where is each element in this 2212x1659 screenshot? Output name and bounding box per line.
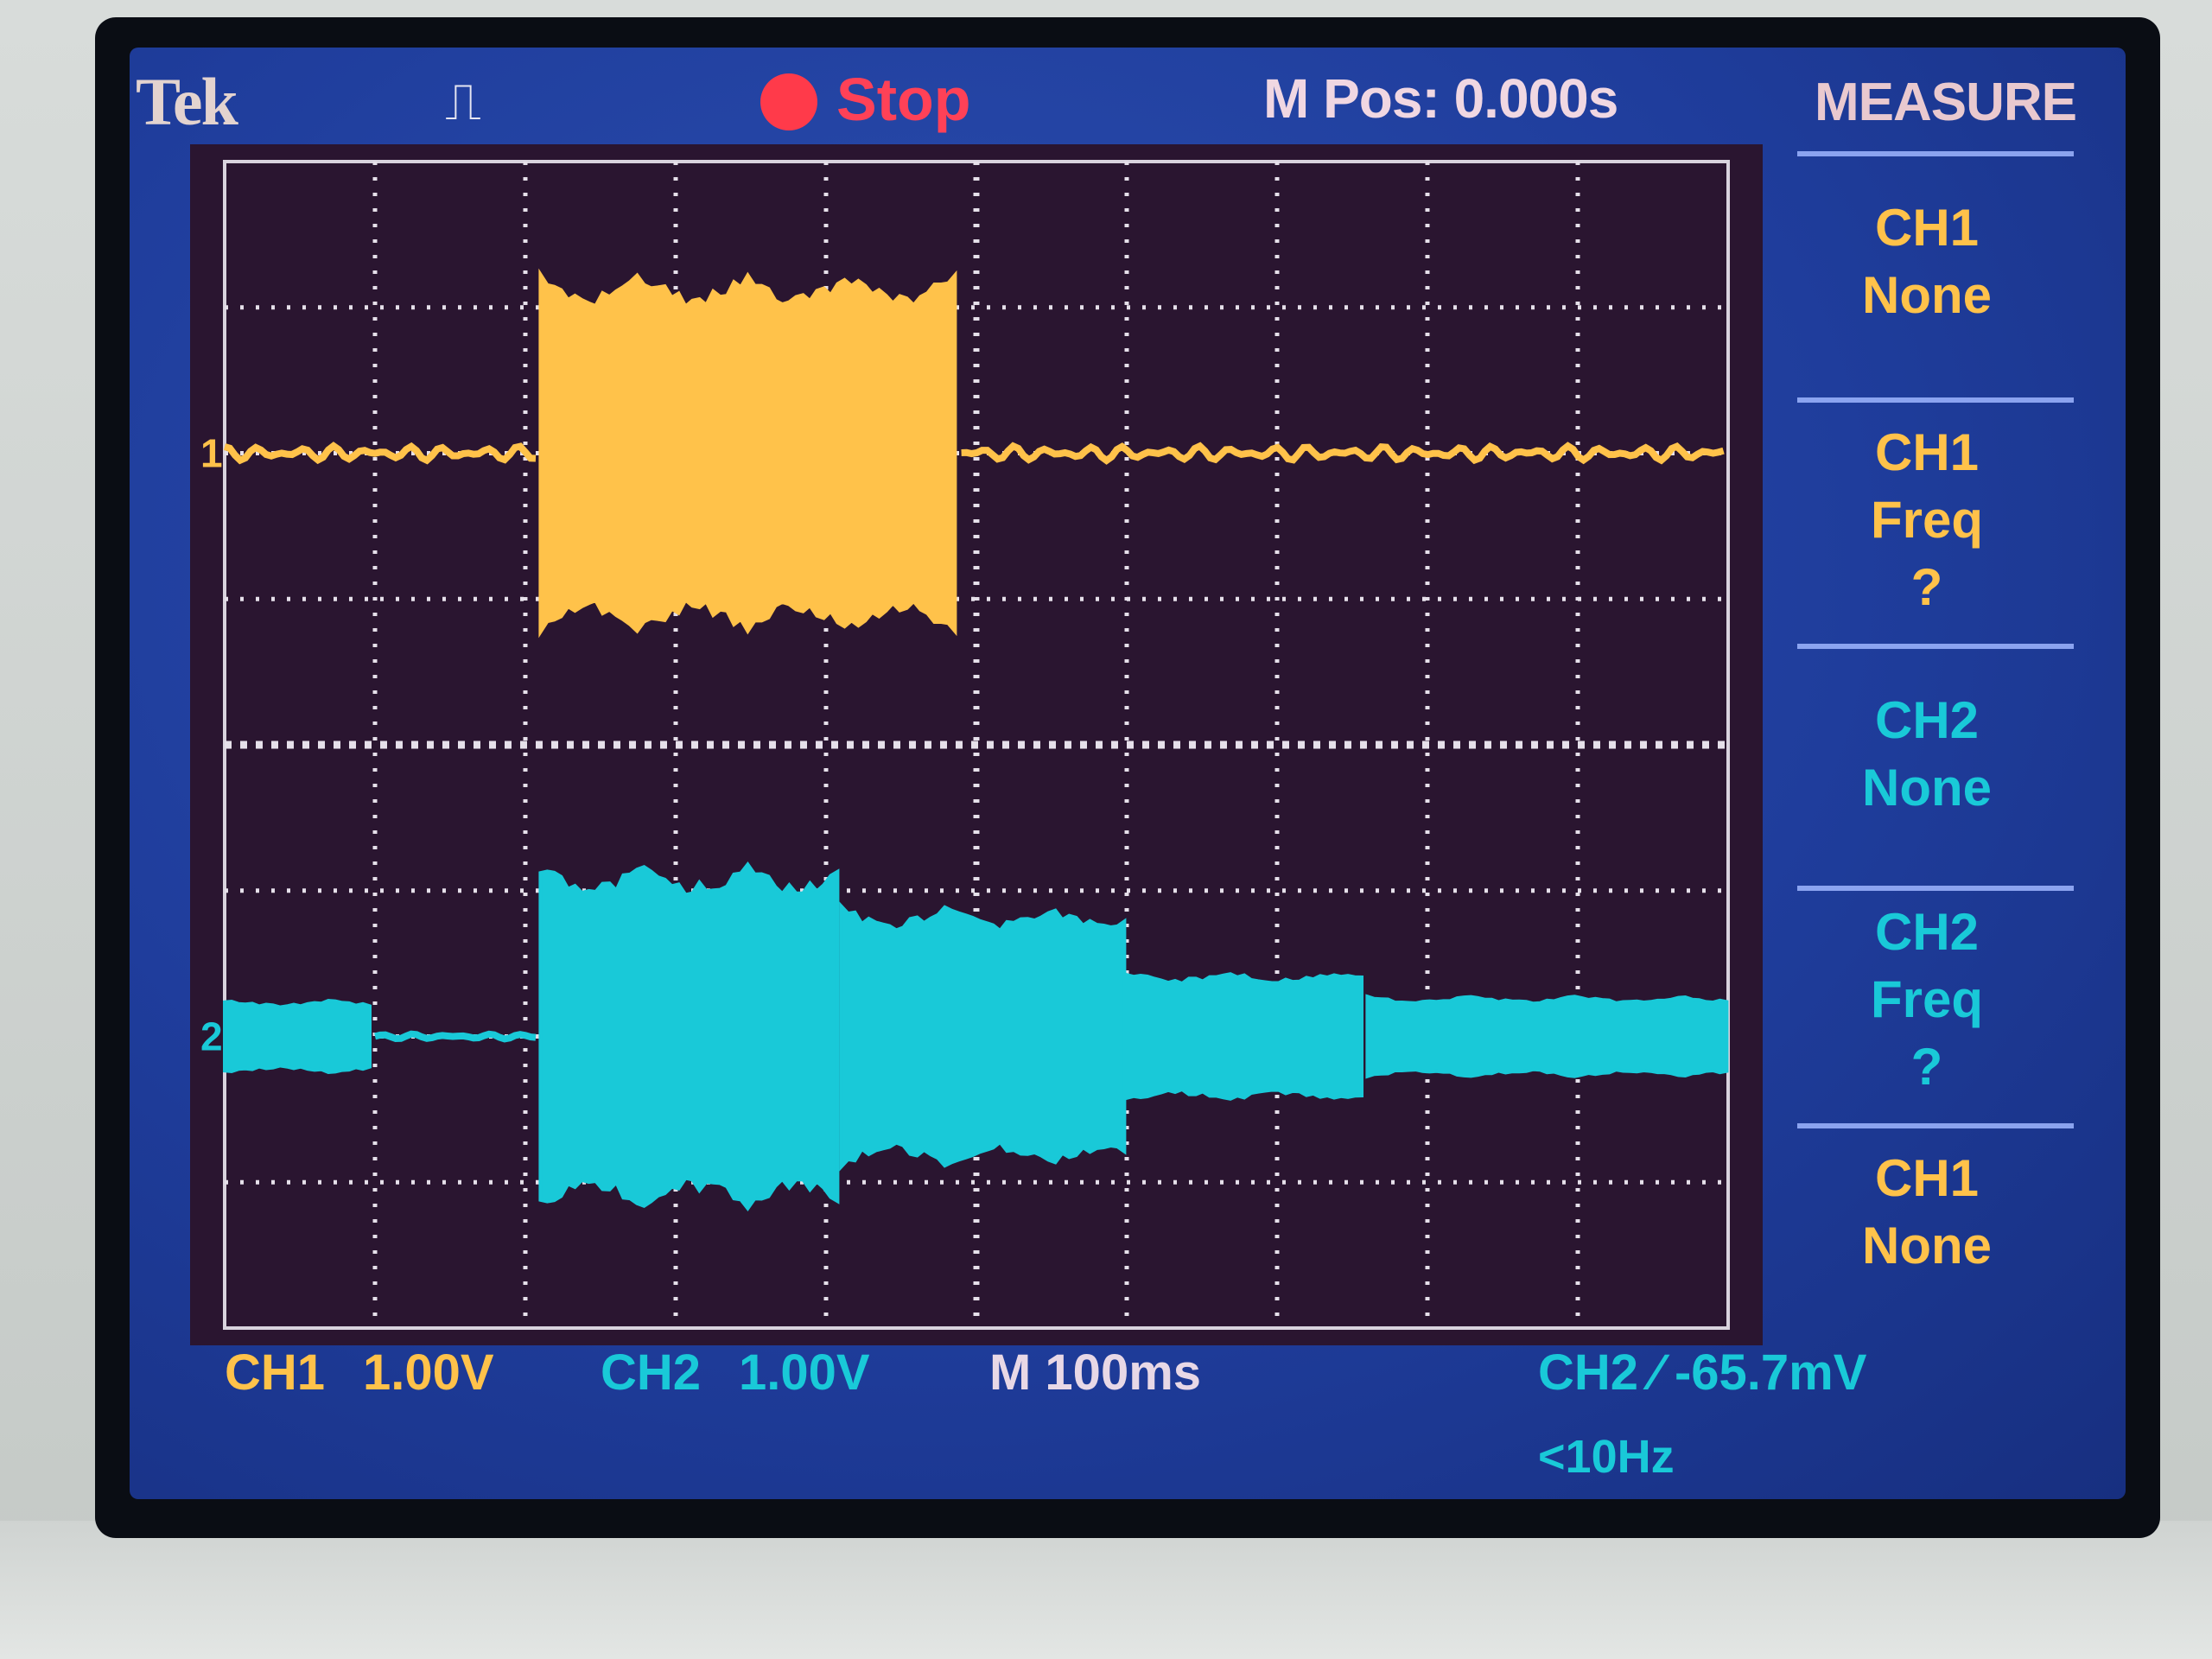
horizontal-position-readout: M Pos: 0.000s <box>1263 67 1618 130</box>
trigger-frequency-readout: <10Hz <box>1538 1430 1675 1484</box>
measure-menu: MEASURE CH1 None CH1 Freq ? CH2 None CH2… <box>1771 48 2126 1499</box>
menu-item-type: None <box>1789 1212 2065 1280</box>
menu-item-ch2-freq[interactable]: CH2 Freq ? <box>1789 899 2065 1101</box>
ch1-ground-marker: 1 <box>200 431 223 476</box>
menu-item-value: ? <box>1789 1033 2065 1101</box>
ch2-ground-marker: 2 <box>200 1014 223 1059</box>
ch2-burst-segment <box>1367 996 1726 1077</box>
ch2-burst-segment <box>225 1001 370 1072</box>
ch2-burst-segment <box>841 906 1124 1167</box>
menu-item-ch2-none[interactable]: CH2 None <box>1789 687 2065 822</box>
ch1-label: CH1 <box>225 1344 325 1402</box>
timebase-readout: M 100ms <box>989 1344 1201 1402</box>
ch2-burst-segment <box>540 864 837 1208</box>
ch1-scale: 1.00V <box>363 1344 494 1402</box>
instrument-lower-panel <box>0 1521 2212 1659</box>
menu-item-source: CH1 <box>1789 194 2065 262</box>
menu-item-type: None <box>1789 754 2065 822</box>
menu-item-source: CH2 <box>1789 687 2065 754</box>
trigger-readout: CH2 ⁄ -65.7mV <box>1538 1344 1866 1402</box>
menu-title: MEASURE <box>1815 72 2076 133</box>
trigger-type-icon: ⎍ <box>445 72 481 132</box>
ch2-burst-segment <box>1127 974 1362 1099</box>
menu-divider <box>1797 644 2074 649</box>
menu-item-ch1-freq[interactable]: CH1 Freq ? <box>1789 419 2065 621</box>
stop-indicator-icon <box>760 73 817 130</box>
ch1-burst-segment <box>540 274 955 632</box>
run-state-label: Stop <box>836 65 971 134</box>
menu-divider <box>1797 397 2074 403</box>
menu-item-source: CH1 <box>1789 1145 2065 1212</box>
menu-divider <box>1797 886 2074 891</box>
menu-item-type: None <box>1789 262 2065 329</box>
ch2-label: CH2 <box>601 1344 701 1402</box>
brand-logo: Tek <box>136 63 237 141</box>
menu-item-value: ? <box>1789 554 2065 621</box>
menu-divider <box>1797 1123 2074 1128</box>
menu-divider <box>1797 151 2074 156</box>
waveform-display: 1 2 <box>190 144 1763 1345</box>
oscilloscope-screen: Tek ⎍ Stop M Pos: 0.000s ✚ 1 2 MEASURE C… <box>130 48 2126 1499</box>
ch2-scale: 1.00V <box>739 1344 870 1402</box>
menu-item-source: CH2 <box>1789 899 2065 966</box>
menu-item-ch1-none[interactable]: CH1 None <box>1789 194 2065 329</box>
menu-item-source: CH1 <box>1789 419 2065 486</box>
menu-item-ch1-none-2[interactable]: CH1 None <box>1789 1145 2065 1280</box>
menu-item-type: Freq <box>1789 486 2065 554</box>
menu-item-type: Freq <box>1789 966 2065 1033</box>
